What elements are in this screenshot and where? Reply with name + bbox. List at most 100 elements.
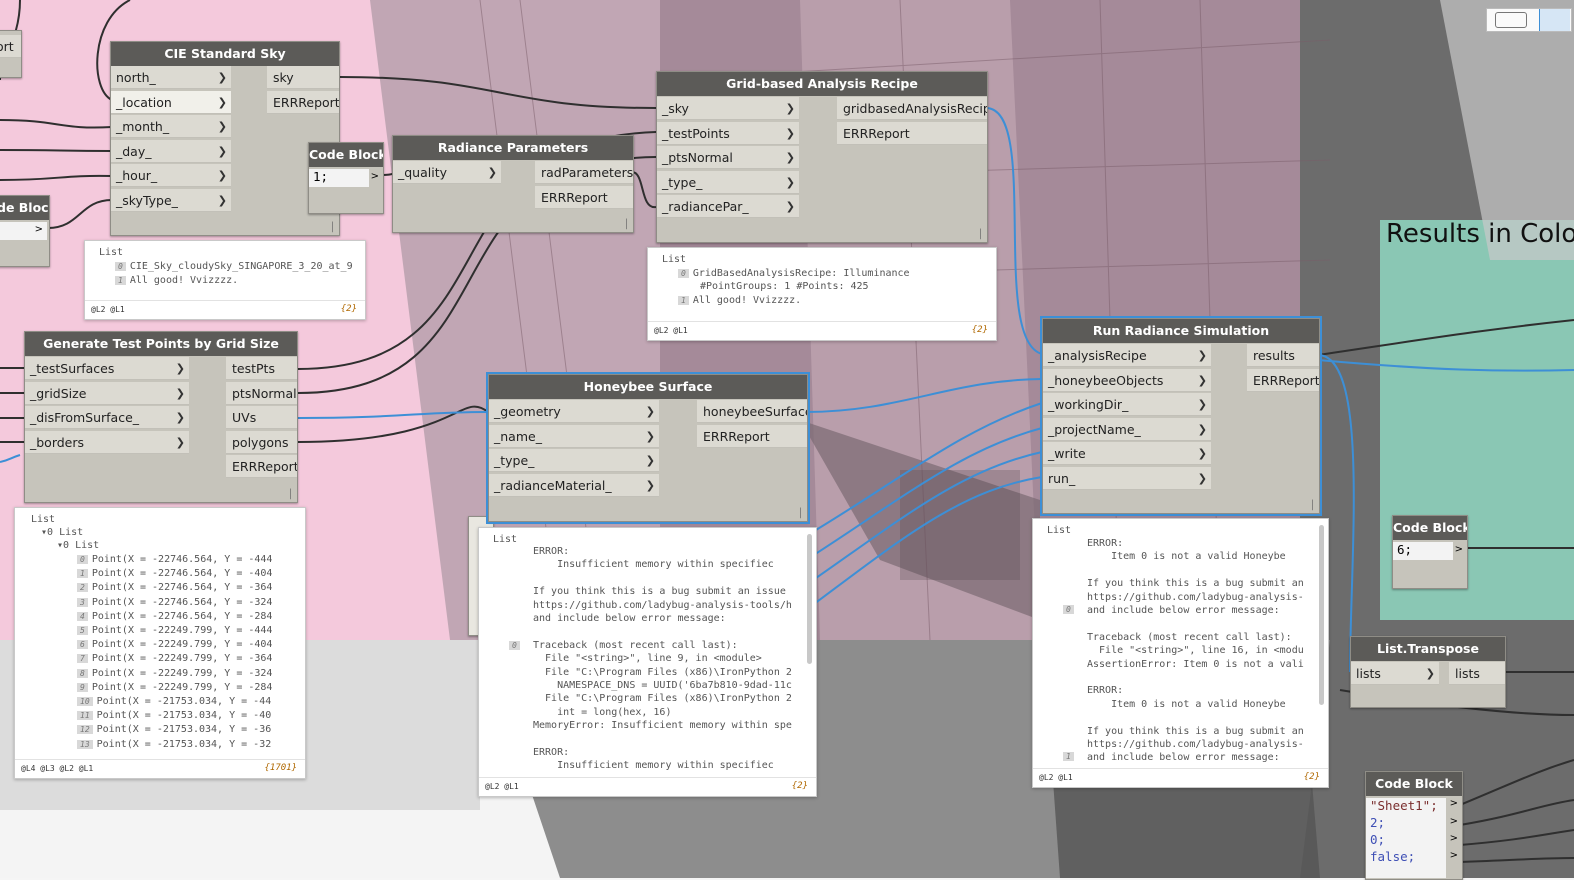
generate-test-points-node[interactable]: Generate Test Points by Grid Size _testS… (24, 331, 298, 503)
error-line: File "<string>", line 16, in <modu (1087, 645, 1304, 657)
code-block-editor[interactable]: "Sheet1"; 2; 0; false; (1366, 798, 1446, 878)
input-port-borders[interactable]: _borders ❯ (25, 431, 189, 454)
input-port-name[interactable]: _name_ ❯ (489, 425, 659, 448)
code-block-node-six[interactable]: Code Block 6; > (1392, 515, 1468, 589)
preview-scrollbar[interactable] (807, 534, 812, 664)
input-port-day[interactable]: _day_ ❯ (111, 140, 231, 163)
node-title: Run Radiance Simulation (1043, 319, 1319, 343)
input-port-month[interactable]: _month_ ❯ (111, 115, 231, 138)
recipe-output-preview: List 0 GridBasedAnalysisRecipe: Illuminan… (647, 247, 997, 341)
output-port-testpts[interactable]: testPts (226, 357, 297, 380)
code-block-output-port[interactable]: > (1455, 544, 1463, 555)
code-block-editor[interactable]: 6; (1393, 542, 1453, 560)
node-title: Grid-based Analysis Recipe (657, 72, 987, 96)
output-port-polygons[interactable]: polygons (226, 431, 297, 454)
partial-node-port[interactable]: ort (0, 35, 21, 58)
input-port-sky[interactable]: _sky ❯ (657, 97, 799, 120)
node-resize-grip[interactable]: │ (288, 490, 293, 500)
input-port-gridsize[interactable]: _gridSize ❯ (25, 382, 189, 405)
input-port-skytype[interactable]: _skyType_ ❯ (111, 189, 231, 212)
error-line: https://github.com/ladybug-analysis- (1087, 739, 1304, 750)
point-list-item: 5 Point(X = -22249.799, Y = -444 (77, 625, 272, 636)
code-block-output-port[interactable]: > (1450, 850, 1458, 861)
code-block-node-quality[interactable]: Code Block 1; > (308, 142, 384, 214)
output-port-errreport[interactable]: ERRReport (697, 425, 807, 448)
input-port-testsurfaces[interactable]: _testSurfaces ❯ (25, 357, 189, 380)
code-block-node-sheet[interactable]: Code Block "Sheet1"; 2; 0; false; > > > … (1365, 771, 1463, 880)
output-port-errreport[interactable]: ERRReport (535, 186, 633, 209)
error-line: and include below error message: (1087, 605, 1280, 616)
input-port-hour[interactable]: _hour_ ❯ (111, 164, 231, 187)
input-port-geometry[interactable]: _geometry ❯ (489, 400, 659, 423)
node-resize-grip[interactable]: │ (978, 230, 983, 240)
preview-scrollbar[interactable] (1319, 525, 1324, 705)
input-port-radiancepar[interactable]: _radiancePar_ ❯ (657, 195, 799, 218)
input-port-type[interactable]: _type_ ❯ (489, 449, 659, 472)
output-port-radparameters[interactable]: radParameters (535, 161, 633, 184)
error-line: If you think this is a bug submit an iss… (533, 586, 786, 598)
input-port-radiancematerial[interactable]: _radianceMaterial_ ❯ (489, 474, 659, 497)
input-port-testpoints[interactable]: _testPoints ❯ (657, 122, 799, 145)
error-line: https://github.com/ladybug-analysis- (1087, 591, 1304, 603)
output-port-errreport[interactable]: ERRReport (1247, 369, 1319, 392)
error-line: https://github.com/ladybug-analysis-tool… (533, 599, 792, 611)
code-block-editor[interactable]: > (0, 222, 47, 240)
input-port-run[interactable]: run_ ❯ (1043, 467, 1211, 490)
partial-node-top-left[interactable]: ort (0, 30, 22, 78)
grid-based-analysis-recipe-node[interactable]: Grid-based Analysis Recipe _sky ❯ _testPo… (656, 71, 988, 243)
input-port-workingdir[interactable]: _workingDir_ ❯ (1043, 393, 1211, 416)
error-line: AssertionError: Item 0 is not a vali (1087, 658, 1304, 670)
node-title: Code Block (1366, 772, 1462, 796)
node-resize-grip[interactable]: │ (624, 220, 629, 230)
node-resize-grip[interactable]: │ (1310, 501, 1315, 511)
node-resize-grip[interactable]: │ (798, 509, 803, 519)
input-port-north[interactable]: north_ ❯ (111, 66, 231, 89)
output-port-sky[interactable]: sky (267, 66, 339, 89)
code-block-editor[interactable]: 1; (309, 169, 369, 187)
output-port-honeybeesurface[interactable]: honeybeeSurface (697, 400, 807, 423)
view-toggle[interactable] (1486, 8, 1572, 32)
error-line: ERROR: (533, 747, 570, 758)
run-radiance-simulation-node[interactable]: Run Radiance Simulation _analysisRecipe ❯… (1040, 316, 1322, 516)
list-transpose-node[interactable]: List.Transpose lists ❯ lists (1350, 636, 1506, 708)
input-port-disfromsurface[interactable]: _disFromSurface_ ❯ (25, 406, 189, 429)
output-port-lists[interactable]: lists (1449, 662, 1505, 685)
node-title: Generate Test Points by Grid Size (25, 332, 297, 356)
node-title: Code Block (1393, 516, 1467, 540)
output-port-gridbasedanalysisrecipe[interactable]: gridbasedAnalysisRecipe (837, 97, 987, 120)
node-title: Honeybee Surface (489, 375, 807, 399)
point-list-item: 0 Point(X = -22746.564, Y = -444 (77, 554, 272, 565)
honeybee-surface-node[interactable]: Honeybee Surface _geometry ❯ _name_ ❯ _typ… (486, 372, 810, 524)
input-port-analysisrecipe[interactable]: _analysisRecipe ❯ (1043, 344, 1211, 367)
node-title: CIE Standard Sky (111, 42, 339, 66)
output-port-uvs[interactable]: UVs (226, 406, 297, 429)
code-block-node-left-partial[interactable]: de Block > (0, 195, 50, 267)
results-in-color-label: Results in Colo (1386, 219, 1574, 249)
input-port-projectname[interactable]: _projectName_ ❯ (1043, 418, 1211, 441)
radiance-parameters-node[interactable]: Radiance Parameters _quality ❯ radParamet… (392, 135, 634, 233)
output-port-errreport[interactable]: ERRReport (226, 455, 297, 478)
input-port-lists[interactable]: lists ❯ (1351, 662, 1439, 685)
input-port-quality[interactable]: _quality ❯ (393, 161, 501, 184)
cie-standard-sky-node[interactable]: CIE Standard Sky north_ ❯ _location ❯ _mon… (110, 41, 340, 236)
point-list-item: 9 Point(X = -22249.799, Y = -284 (77, 682, 272, 693)
output-port-errreport[interactable]: ERRReport (267, 91, 339, 114)
sky-output-preview: List 0 CIE_Sky_cloudySky_SINGAPORE_3_20_a… (84, 240, 366, 320)
error-line: and include below error message: (1087, 752, 1280, 764)
input-port-honeybeeobjects[interactable]: _honeybeeObjects ❯ (1043, 369, 1211, 392)
input-port-type[interactable]: _type_ ❯ (657, 171, 799, 194)
input-port-ptsnormal[interactable]: _ptsNormal ❯ (657, 146, 799, 169)
code-block-output-port[interactable]: > (1450, 816, 1458, 827)
input-port-write[interactable]: _write ❯ (1043, 442, 1211, 465)
output-port-ptsnormal[interactable]: ptsNormal (226, 382, 297, 405)
3d-view-icon[interactable] (1495, 12, 1527, 28)
output-port-results[interactable]: results (1247, 344, 1319, 367)
graph-view-icon[interactable] (1539, 9, 1570, 31)
error-line: File "C:\Program Files (x86)\IronPython … (533, 666, 792, 678)
node-resize-grip[interactable]: │ (330, 223, 335, 233)
code-block-output-port[interactable]: > (1450, 833, 1458, 844)
input-port-location[interactable]: _location ❯ (111, 91, 231, 114)
output-port-errreport[interactable]: ERRReport (837, 122, 987, 145)
code-block-output-port[interactable]: > (371, 171, 379, 182)
code-block-output-port[interactable]: > (1450, 798, 1458, 809)
